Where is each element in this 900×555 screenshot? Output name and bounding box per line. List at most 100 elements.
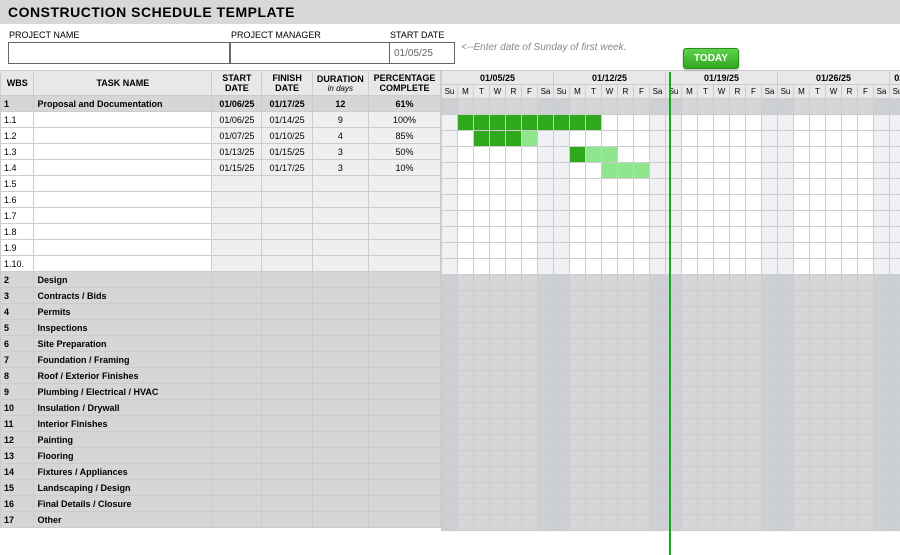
cell-pct[interactable] [368,352,440,368]
table-row[interactable]: 1.201/07/2501/10/25485% [1,128,441,144]
project-manager-input[interactable] [230,42,390,64]
cell-wbs[interactable]: 4 [1,304,34,320]
cell-dur[interactable] [312,240,368,256]
cell-start[interactable] [212,432,262,448]
cell-start[interactable] [212,400,262,416]
cell-pct[interactable] [368,176,440,192]
cell-dur[interactable] [312,496,368,512]
cell-dur[interactable] [312,352,368,368]
cell-wbs[interactable]: 16 [1,496,34,512]
cell-start[interactable] [212,320,262,336]
cell-task[interactable] [34,112,212,128]
cell-task[interactable] [34,256,212,272]
cell-pct[interactable] [368,224,440,240]
table-row[interactable]: 7Foundation / Framing [1,352,441,368]
cell-finish[interactable]: 01/17/25 [262,96,312,112]
cell-start[interactable] [212,176,262,192]
table-row[interactable]: 15Landscaping / Design [1,480,441,496]
cell-dur[interactable] [312,416,368,432]
cell-dur[interactable] [312,368,368,384]
cell-wbs[interactable]: 1.1 [1,112,34,128]
cell-dur[interactable] [312,336,368,352]
cell-task[interactable] [34,144,212,160]
cell-finish[interactable] [262,224,312,240]
cell-dur[interactable] [312,320,368,336]
cell-finish[interactable] [262,240,312,256]
cell-pct[interactable] [368,416,440,432]
cell-dur[interactable] [312,448,368,464]
table-row[interactable]: 1.5 [1,176,441,192]
cell-start[interactable] [212,416,262,432]
cell-wbs[interactable]: 15 [1,480,34,496]
cell-pct[interactable]: 85% [368,128,440,144]
cell-dur[interactable] [312,256,368,272]
cell-pct[interactable] [368,384,440,400]
cell-pct[interactable]: 10% [368,160,440,176]
cell-wbs[interactable]: 8 [1,368,34,384]
table-row[interactable]: 1.9 [1,240,441,256]
cell-finish[interactable] [262,176,312,192]
cell-task[interactable]: Other [34,512,212,528]
cell-start[interactable] [212,368,262,384]
cell-task[interactable]: Plumbing / Electrical / HVAC [34,384,212,400]
table-row[interactable]: 1.8 [1,224,441,240]
cell-start[interactable] [212,464,262,480]
cell-finish[interactable] [262,192,312,208]
cell-finish[interactable] [262,480,312,496]
cell-start[interactable] [212,352,262,368]
cell-start[interactable]: 01/15/25 [212,160,262,176]
cell-task[interactable] [34,208,212,224]
cell-dur[interactable] [312,208,368,224]
cell-finish[interactable] [262,256,312,272]
cell-wbs[interactable]: 1 [1,96,34,112]
cell-wbs[interactable]: 1.3 [1,144,34,160]
cell-pct[interactable] [368,256,440,272]
cell-dur[interactable] [312,176,368,192]
table-row[interactable]: 6Site Preparation [1,336,441,352]
cell-finish[interactable] [262,288,312,304]
cell-task[interactable]: Interior Finishes [34,416,212,432]
cell-finish[interactable]: 01/15/25 [262,144,312,160]
cell-task[interactable] [34,128,212,144]
cell-finish[interactable] [262,384,312,400]
cell-dur[interactable] [312,272,368,288]
table-row[interactable]: 1.10. [1,256,441,272]
cell-task[interactable]: Design [34,272,212,288]
cell-pct[interactable] [368,272,440,288]
cell-start[interactable]: 01/06/25 [212,96,262,112]
cell-start[interactable] [212,384,262,400]
cell-dur[interactable] [312,464,368,480]
table-row[interactable]: 17Other [1,512,441,528]
cell-start[interactable] [212,288,262,304]
cell-task[interactable]: Insulation / Drywall [34,400,212,416]
cell-wbs[interactable]: 1.6 [1,192,34,208]
cell-dur[interactable]: 3 [312,160,368,176]
cell-wbs[interactable]: 7 [1,352,34,368]
cell-wbs[interactable]: 13 [1,448,34,464]
cell-pct[interactable] [368,448,440,464]
table-row[interactable]: 1.301/13/2501/15/25350% [1,144,441,160]
cell-dur[interactable] [312,288,368,304]
cell-start[interactable] [212,496,262,512]
cell-task[interactable]: Fixtures / Appliances [34,464,212,480]
cell-finish[interactable] [262,400,312,416]
cell-pct[interactable] [368,432,440,448]
cell-finish[interactable] [262,272,312,288]
cell-wbs[interactable]: 1.2 [1,128,34,144]
cell-start[interactable] [212,448,262,464]
cell-wbs[interactable]: 12 [1,432,34,448]
table-row[interactable]: 5Inspections [1,320,441,336]
cell-wbs[interactable]: 3 [1,288,34,304]
cell-start[interactable] [212,224,262,240]
cell-task[interactable] [34,192,212,208]
cell-task[interactable] [34,160,212,176]
cell-finish[interactable] [262,368,312,384]
cell-dur[interactable]: 12 [312,96,368,112]
cell-finish[interactable] [262,512,312,528]
cell-pct[interactable] [368,464,440,480]
cell-wbs[interactable]: 1.10. [1,256,34,272]
cell-start[interactable] [212,192,262,208]
cell-wbs[interactable]: 1.5 [1,176,34,192]
cell-finish[interactable] [262,352,312,368]
cell-wbs[interactable]: 11 [1,416,34,432]
